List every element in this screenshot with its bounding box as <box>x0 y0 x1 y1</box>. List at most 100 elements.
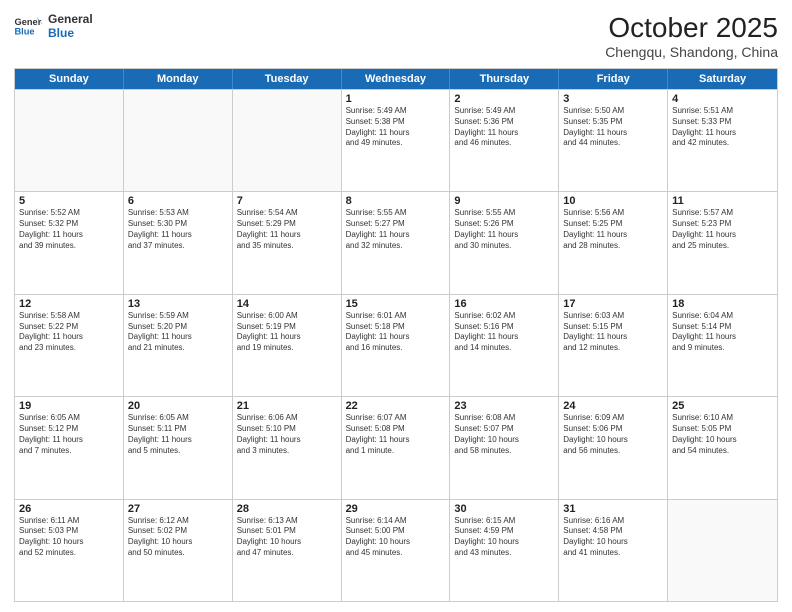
day-info: Sunrise: 6:12 AM Sunset: 5:02 PM Dayligh… <box>128 516 228 559</box>
day-number: 1 <box>346 93 446 105</box>
day-info: Sunrise: 6:13 AM Sunset: 5:01 PM Dayligh… <box>237 516 337 559</box>
day-info: Sunrise: 5:55 AM Sunset: 5:27 PM Dayligh… <box>346 208 446 251</box>
day-cell: 8Sunrise: 5:55 AM Sunset: 5:27 PM Daylig… <box>342 192 451 293</box>
day-cell <box>233 90 342 191</box>
day-info: Sunrise: 6:15 AM Sunset: 4:59 PM Dayligh… <box>454 516 554 559</box>
day-cell: 26Sunrise: 6:11 AM Sunset: 5:03 PM Dayli… <box>15 500 124 601</box>
day-cell: 2Sunrise: 5:49 AM Sunset: 5:36 PM Daylig… <box>450 90 559 191</box>
day-info: Sunrise: 5:49 AM Sunset: 5:36 PM Dayligh… <box>454 106 554 149</box>
day-number: 20 <box>128 400 228 412</box>
day-number: 4 <box>672 93 773 105</box>
day-info: Sunrise: 6:02 AM Sunset: 5:16 PM Dayligh… <box>454 311 554 354</box>
day-cell <box>124 90 233 191</box>
day-info: Sunrise: 6:05 AM Sunset: 5:11 PM Dayligh… <box>128 413 228 456</box>
day-cell: 22Sunrise: 6:07 AM Sunset: 5:08 PM Dayli… <box>342 397 451 498</box>
day-number: 12 <box>19 298 119 310</box>
day-info: Sunrise: 6:07 AM Sunset: 5:08 PM Dayligh… <box>346 413 446 456</box>
day-cell <box>668 500 777 601</box>
day-number: 30 <box>454 503 554 515</box>
dow-cell: Monday <box>124 69 233 89</box>
dow-cell: Saturday <box>668 69 777 89</box>
day-info: Sunrise: 5:54 AM Sunset: 5:29 PM Dayligh… <box>237 208 337 251</box>
day-cell: 7Sunrise: 5:54 AM Sunset: 5:29 PM Daylig… <box>233 192 342 293</box>
day-cell: 14Sunrise: 6:00 AM Sunset: 5:19 PM Dayli… <box>233 295 342 396</box>
day-info: Sunrise: 5:51 AM Sunset: 5:33 PM Dayligh… <box>672 106 773 149</box>
day-info: Sunrise: 6:01 AM Sunset: 5:18 PM Dayligh… <box>346 311 446 354</box>
day-number: 18 <box>672 298 773 310</box>
month-title: October 2025 <box>605 12 778 44</box>
day-info: Sunrise: 5:52 AM Sunset: 5:32 PM Dayligh… <box>19 208 119 251</box>
calendar: SundayMondayTuesdayWednesdayThursdayFrid… <box>14 68 778 602</box>
day-cell: 12Sunrise: 5:58 AM Sunset: 5:22 PM Dayli… <box>15 295 124 396</box>
day-number: 23 <box>454 400 554 412</box>
day-info: Sunrise: 5:53 AM Sunset: 5:30 PM Dayligh… <box>128 208 228 251</box>
day-number: 11 <box>672 195 773 207</box>
dow-cell: Tuesday <box>233 69 342 89</box>
day-number: 21 <box>237 400 337 412</box>
day-cell: 4Sunrise: 5:51 AM Sunset: 5:33 PM Daylig… <box>668 90 777 191</box>
day-info: Sunrise: 5:50 AM Sunset: 5:35 PM Dayligh… <box>563 106 663 149</box>
day-number: 17 <box>563 298 663 310</box>
day-cell: 1Sunrise: 5:49 AM Sunset: 5:38 PM Daylig… <box>342 90 451 191</box>
day-number: 9 <box>454 195 554 207</box>
day-cell: 17Sunrise: 6:03 AM Sunset: 5:15 PM Dayli… <box>559 295 668 396</box>
day-info: Sunrise: 6:03 AM Sunset: 5:15 PM Dayligh… <box>563 311 663 354</box>
week-row: 1Sunrise: 5:49 AM Sunset: 5:38 PM Daylig… <box>15 89 777 191</box>
weeks: 1Sunrise: 5:49 AM Sunset: 5:38 PM Daylig… <box>15 89 777 601</box>
day-cell: 25Sunrise: 6:10 AM Sunset: 5:05 PM Dayli… <box>668 397 777 498</box>
day-number: 24 <box>563 400 663 412</box>
day-info: Sunrise: 5:59 AM Sunset: 5:20 PM Dayligh… <box>128 311 228 354</box>
day-info: Sunrise: 6:05 AM Sunset: 5:12 PM Dayligh… <box>19 413 119 456</box>
day-cell <box>15 90 124 191</box>
logo-line2: Blue <box>48 26 93 40</box>
day-info: Sunrise: 6:11 AM Sunset: 5:03 PM Dayligh… <box>19 516 119 559</box>
logo-line1: General <box>48 12 93 26</box>
day-number: 14 <box>237 298 337 310</box>
logo: General Blue General Blue <box>14 12 93 41</box>
week-row: 19Sunrise: 6:05 AM Sunset: 5:12 PM Dayli… <box>15 396 777 498</box>
day-cell: 19Sunrise: 6:05 AM Sunset: 5:12 PM Dayli… <box>15 397 124 498</box>
dow-row: SundayMondayTuesdayWednesdayThursdayFrid… <box>15 69 777 89</box>
day-number: 13 <box>128 298 228 310</box>
day-number: 27 <box>128 503 228 515</box>
day-cell: 5Sunrise: 5:52 AM Sunset: 5:32 PM Daylig… <box>15 192 124 293</box>
day-number: 15 <box>346 298 446 310</box>
day-info: Sunrise: 5:57 AM Sunset: 5:23 PM Dayligh… <box>672 208 773 251</box>
day-cell: 18Sunrise: 6:04 AM Sunset: 5:14 PM Dayli… <box>668 295 777 396</box>
day-cell: 24Sunrise: 6:09 AM Sunset: 5:06 PM Dayli… <box>559 397 668 498</box>
page: General Blue General Blue October 2025 C… <box>0 0 792 612</box>
day-number: 19 <box>19 400 119 412</box>
dow-cell: Friday <box>559 69 668 89</box>
day-cell: 31Sunrise: 6:16 AM Sunset: 4:58 PM Dayli… <box>559 500 668 601</box>
day-info: Sunrise: 6:16 AM Sunset: 4:58 PM Dayligh… <box>563 516 663 559</box>
day-info: Sunrise: 6:00 AM Sunset: 5:19 PM Dayligh… <box>237 311 337 354</box>
day-cell: 13Sunrise: 5:59 AM Sunset: 5:20 PM Dayli… <box>124 295 233 396</box>
day-cell: 6Sunrise: 5:53 AM Sunset: 5:30 PM Daylig… <box>124 192 233 293</box>
day-cell: 10Sunrise: 5:56 AM Sunset: 5:25 PM Dayli… <box>559 192 668 293</box>
day-number: 28 <box>237 503 337 515</box>
day-cell: 29Sunrise: 6:14 AM Sunset: 5:00 PM Dayli… <box>342 500 451 601</box>
day-cell: 28Sunrise: 6:13 AM Sunset: 5:01 PM Dayli… <box>233 500 342 601</box>
subtitle: Chengqu, Shandong, China <box>605 44 778 60</box>
day-number: 3 <box>563 93 663 105</box>
day-number: 5 <box>19 195 119 207</box>
day-number: 29 <box>346 503 446 515</box>
day-info: Sunrise: 5:49 AM Sunset: 5:38 PM Dayligh… <box>346 106 446 149</box>
day-cell: 15Sunrise: 6:01 AM Sunset: 5:18 PM Dayli… <box>342 295 451 396</box>
logo-icon: General Blue <box>14 15 42 37</box>
svg-text:Blue: Blue <box>14 27 34 37</box>
day-cell: 3Sunrise: 5:50 AM Sunset: 5:35 PM Daylig… <box>559 90 668 191</box>
day-number: 2 <box>454 93 554 105</box>
day-cell: 30Sunrise: 6:15 AM Sunset: 4:59 PM Dayli… <box>450 500 559 601</box>
day-cell: 11Sunrise: 5:57 AM Sunset: 5:23 PM Dayli… <box>668 192 777 293</box>
day-info: Sunrise: 6:09 AM Sunset: 5:06 PM Dayligh… <box>563 413 663 456</box>
title-area: October 2025 Chengqu, Shandong, China <box>605 12 778 60</box>
day-number: 7 <box>237 195 337 207</box>
day-number: 25 <box>672 400 773 412</box>
day-number: 6 <box>128 195 228 207</box>
day-info: Sunrise: 6:08 AM Sunset: 5:07 PM Dayligh… <box>454 413 554 456</box>
week-row: 5Sunrise: 5:52 AM Sunset: 5:32 PM Daylig… <box>15 191 777 293</box>
dow-cell: Thursday <box>450 69 559 89</box>
day-info: Sunrise: 5:56 AM Sunset: 5:25 PM Dayligh… <box>563 208 663 251</box>
day-info: Sunrise: 5:55 AM Sunset: 5:26 PM Dayligh… <box>454 208 554 251</box>
